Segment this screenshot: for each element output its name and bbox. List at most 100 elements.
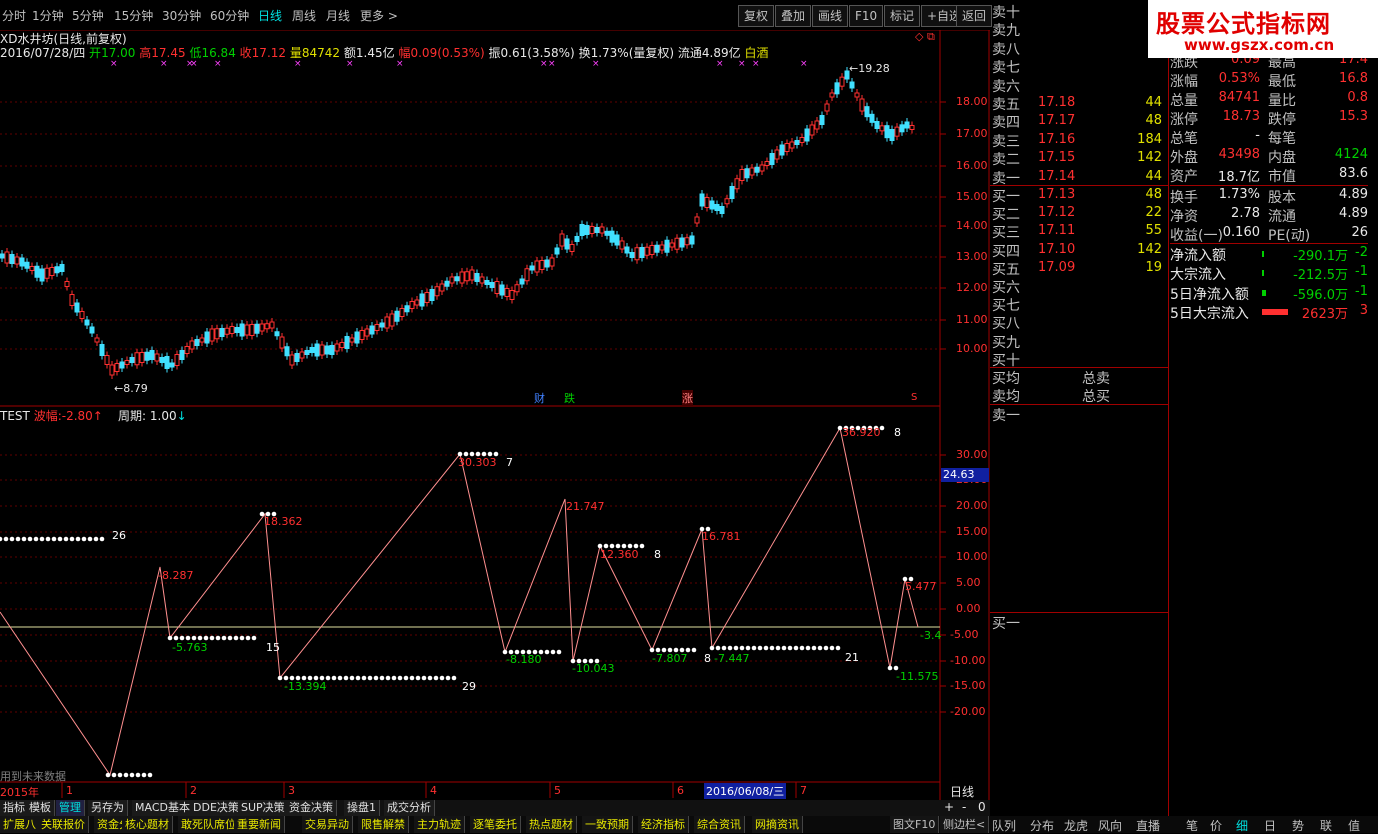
info-tab-7[interactable]: 限售解禁: [358, 816, 409, 833]
formula-tab-7[interactable]: 资金决策: [286, 800, 337, 816]
ask-row[interactable]: 卖五 17.18 44: [990, 94, 1168, 113]
candle-body: [499, 284, 505, 296]
stat-value: 43498: [1218, 147, 1260, 162]
right-tab-2[interactable]: 龙虎: [1064, 817, 1088, 834]
right-tab-0[interactable]: 队列: [992, 817, 1016, 834]
info-tab-0[interactable]: 扩展八: [0, 816, 40, 833]
candle-body: [554, 247, 560, 255]
bid-row[interactable]: 买九: [990, 332, 1168, 351]
candle-body: [794, 140, 800, 145]
ask-row[interactable]: 卖九: [990, 20, 1168, 39]
formula-tab-6[interactable]: SUP决策: [238, 800, 289, 816]
info-tab-9[interactable]: 逐笔委托: [470, 816, 521, 833]
plateau-dot: [343, 675, 349, 681]
plateau-dot: [57, 536, 63, 542]
candle-body: [184, 346, 190, 354]
candle-body: [474, 273, 480, 282]
period-indicator[interactable]: 日线: [950, 783, 974, 800]
ask-level-label: 卖六: [992, 78, 1020, 95]
right-tab-9[interactable]: 势: [1292, 817, 1304, 834]
info-tab-11[interactable]: 一致预期: [582, 816, 633, 833]
formula-tab-1[interactable]: 模板: [26, 800, 55, 816]
info-tab-1[interactable]: 关联报价: [38, 816, 89, 833]
candle-body: [819, 115, 825, 125]
info-tab-5[interactable]: 重要新闻: [234, 816, 285, 833]
plateau-dot: [45, 536, 51, 542]
bid-row[interactable]: 买三 17.11 55: [990, 222, 1168, 241]
ask-row[interactable]: 卖七: [990, 57, 1168, 76]
info-tab-8[interactable]: 主力轨迹: [414, 816, 465, 833]
candle-body: [69, 294, 75, 306]
right-tab-4[interactable]: 直播: [1136, 817, 1160, 834]
candle-body: [899, 124, 905, 133]
right-tab-11[interactable]: 值: [1348, 817, 1360, 834]
ask-row[interactable]: 卖二 17.15 142: [990, 149, 1168, 168]
formula-tab-2[interactable]: 管理: [56, 800, 85, 816]
kline-chart[interactable]: × × ×× × × × × × × × × × × × 26-8.28718.362-5.763 15-1…: [0, 0, 990, 800]
candle-body: [119, 361, 125, 369]
info-tab-13[interactable]: 综合资讯: [694, 816, 745, 833]
candle-body: [514, 284, 520, 293]
candle-body: [869, 113, 875, 123]
candle-body: [114, 363, 120, 372]
zoom-out-button[interactable]: -: [962, 800, 966, 814]
price-tick: 17.00: [956, 127, 988, 140]
plateau-dot: [823, 645, 829, 651]
formula-tab-4[interactable]: MACD基本: [132, 800, 194, 816]
zoom-in-button[interactable]: +: [944, 800, 954, 814]
zoom-reset-button[interactable]: 0: [978, 800, 986, 814]
bid-row[interactable]: 买二 17.12 22: [990, 204, 1168, 223]
f10-graphic-tab[interactable]: 图文F10: [890, 816, 940, 833]
plateau-dot: [117, 772, 123, 778]
info-tab-6[interactable]: 交易异动: [302, 816, 353, 833]
plateau-dot: [167, 635, 173, 641]
sidebar-toggle[interactable]: 侧边栏<: [940, 816, 990, 833]
plateau-dot: [550, 649, 556, 655]
stat-key2: 每笔: [1268, 131, 1296, 147]
bid-row[interactable]: 买八: [990, 313, 1168, 332]
info-tab-12[interactable]: 经济指标: [638, 816, 689, 833]
candle-body: [334, 343, 340, 352]
info-tab-14[interactable]: 网摘资讯: [752, 816, 803, 833]
bid-row[interactable]: 买五 17.09 19: [990, 259, 1168, 278]
right-tab-3[interactable]: 风向: [1098, 817, 1122, 834]
bid-row[interactable]: 买七: [990, 295, 1168, 314]
rise-marker[interactable]: 涨: [682, 390, 693, 406]
formula-tab-0[interactable]: 指标: [0, 800, 29, 816]
bid-row[interactable]: 买六: [990, 277, 1168, 296]
candle-body: [294, 353, 300, 362]
candle-body: [564, 238, 570, 250]
ask-row[interactable]: 卖八: [990, 39, 1168, 58]
ask-row[interactable]: 卖六: [990, 76, 1168, 95]
ask-row[interactable]: 卖十: [990, 2, 1168, 21]
finance-marker[interactable]: 财: [534, 390, 545, 406]
ask-row[interactable]: 卖一 17.14 44: [990, 168, 1168, 187]
info-tab-10[interactable]: 热点题材: [526, 816, 577, 833]
formula-tab-5[interactable]: DDE决策: [190, 800, 243, 816]
right-tab-7[interactable]: 细: [1236, 817, 1248, 834]
bid-row[interactable]: 买四 17.10 142: [990, 241, 1168, 260]
right-tab-6[interactable]: 价: [1210, 817, 1222, 834]
bid-row[interactable]: 买一 17.13 48: [990, 186, 1168, 205]
indicator-point-label: 7: [506, 456, 513, 469]
ask-row[interactable]: 卖四 17.17 48: [990, 112, 1168, 131]
formula-tab-8[interactable]: 操盘1: [344, 800, 380, 816]
right-tab-8[interactable]: 日: [1264, 817, 1276, 834]
info-tab-4[interactable]: 敢死队席位: [178, 816, 240, 833]
formula-tab-3[interactable]: 另存为: [88, 800, 128, 816]
formula-tab-9[interactable]: 成交分析: [384, 800, 435, 816]
right-tab-1[interactable]: 分布: [1030, 817, 1054, 834]
right-tab-10[interactable]: 联: [1320, 817, 1332, 834]
low-mark-label: ←8.79: [114, 382, 148, 395]
drop-marker[interactable]: 跌: [564, 390, 575, 406]
plateau-dot: [233, 635, 239, 641]
right-tab-5[interactable]: 笔: [1186, 817, 1198, 834]
candle-body: [454, 276, 460, 282]
bid-row[interactable]: 买十: [990, 350, 1168, 369]
bid-volume: 55: [1145, 223, 1162, 239]
flow-row: 5日净流入额 -596.0万 -1: [1170, 284, 1368, 303]
info-tab-3[interactable]: 核心题材: [122, 816, 173, 833]
ask-row[interactable]: 卖三 17.16 184: [990, 131, 1168, 150]
signal-marker[interactable]: S: [911, 392, 917, 403]
plateau-dot: [251, 635, 257, 641]
